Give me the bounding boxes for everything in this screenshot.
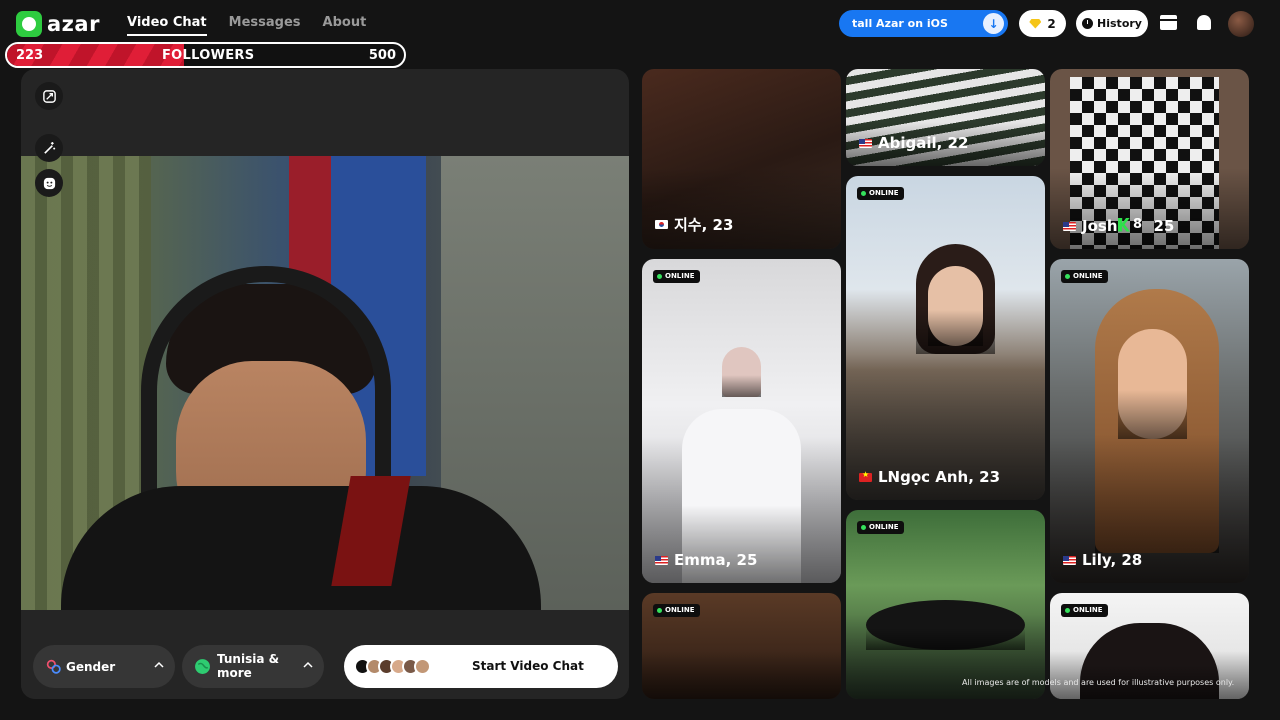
gender-icon <box>46 659 61 674</box>
nav-messages[interactable]: Messages <box>229 15 301 36</box>
followers-label: FOLLOWERS <box>162 48 255 63</box>
korea-flag-icon <box>655 220 668 229</box>
online-badge: ONLINE <box>1061 604 1108 617</box>
kick-count: 8 <box>1133 217 1143 232</box>
download-icon: ↓ <box>983 13 1004 34</box>
followers-goal-bar: 223 FOLLOWERS 500 <box>5 42 406 68</box>
chat-controls: Gender Tunisia & more Start Video Chat <box>21 610 629 699</box>
gender-filter-label: Gender <box>66 659 116 674</box>
followers-goal: 500 <box>368 48 396 63</box>
azar-logo-icon <box>16 11 42 37</box>
profile-name: Josh <box>1082 217 1118 235</box>
globe-icon <box>195 659 210 674</box>
gems-count: 2 <box>1047 16 1056 31</box>
profile-caption: Lily, 28 <box>1063 551 1142 569</box>
profile-card[interactable]: ONLINE <box>846 510 1045 699</box>
us-flag-icon <box>655 555 668 565</box>
notification-bell-icon[interactable] <box>1197 15 1211 30</box>
online-badge: ONLINE <box>1061 270 1108 283</box>
chevron-up-icon <box>154 661 164 668</box>
profile-caption: Abigail, 22 <box>859 134 968 152</box>
gender-filter-button[interactable]: Gender <box>33 645 175 688</box>
us-flag-icon <box>1063 221 1076 231</box>
us-flag-icon <box>1063 555 1076 565</box>
gem-icon <box>1029 18 1042 29</box>
kick-overlay: 8 <box>1118 217 1142 232</box>
brand-name: azar <box>47 12 100 36</box>
gems-button[interactable]: 2 <box>1019 10 1066 37</box>
us-flag-icon <box>859 138 872 148</box>
profile-card[interactable]: ONLINE Lily, 28 <box>1050 259 1249 583</box>
followers-current: 223 <box>16 48 44 63</box>
region-filter-label: Tunisia & more <box>217 651 280 680</box>
main-nav: Video Chat Messages About <box>127 15 366 36</box>
online-badge: ONLINE <box>857 521 904 534</box>
local-camera-feed <box>21 156 629 610</box>
profile-caption: 지수, 23 <box>655 214 733 235</box>
clock-icon <box>1082 18 1094 29</box>
region-filter-button[interactable]: Tunisia & more <box>182 645 324 688</box>
online-badge: ONLINE <box>857 187 904 200</box>
profile-age: 25 <box>1153 217 1175 235</box>
profile-name: Emma, 25 <box>674 551 758 569</box>
profile-caption: LNgọc Anh, 23 <box>859 468 1000 486</box>
install-ios-button[interactable]: tall Azar on iOS ↓ <box>839 10 1008 37</box>
profile-name: LNgọc Anh, 23 <box>878 468 1001 486</box>
nav-video-chat[interactable]: Video Chat <box>127 15 207 36</box>
top-navigation: azar Video Chat Messages About tall Azar… <box>0 0 1280 46</box>
store-box-icon[interactable] <box>1160 15 1177 30</box>
profile-name: Lily, 28 <box>1082 551 1143 569</box>
install-ios-label: tall Azar on iOS <box>852 17 948 30</box>
start-video-chat-button[interactable]: Start Video Chat <box>344 645 618 688</box>
magic-wand-icon[interactable] <box>35 134 63 162</box>
history-label: History <box>1097 17 1142 30</box>
expand-icon[interactable] <box>35 82 63 110</box>
nav-about[interactable]: About <box>323 15 367 36</box>
profile-card[interactable]: ONLINE LNgọc Anh, 23 <box>846 176 1045 500</box>
video-chat-panel: Gender Tunisia & more Start Video Chat <box>21 69 629 699</box>
disclaimer-text: All images are of models and are used fo… <box>962 678 1235 687</box>
profile-name: 지수, 23 <box>674 216 734 234</box>
kick-logo-icon <box>1118 217 1130 232</box>
profile-caption: Emma, 25 <box>655 551 757 569</box>
user-thumbnails <box>354 658 431 675</box>
face-filter-icon[interactable] <box>35 169 63 197</box>
profile-name: Abigail, 22 <box>878 134 969 152</box>
profile-avatar[interactable] <box>1228 11 1254 37</box>
online-badge: ONLINE <box>653 270 700 283</box>
profile-card[interactable]: ONLINE <box>642 593 841 699</box>
profile-card[interactable]: Josh 25 <box>1050 69 1249 249</box>
start-video-chat-label: Start Video Chat <box>472 659 584 673</box>
profile-card[interactable]: 지수, 23 <box>642 69 841 249</box>
chevron-up-icon <box>303 661 313 668</box>
online-badge: ONLINE <box>653 604 700 617</box>
profile-card[interactable]: Abigail, 22 <box>846 69 1045 166</box>
profile-card[interactable]: ONLINE Emma, 25 <box>642 259 841 583</box>
vietnam-flag-icon <box>859 470 872 482</box>
azar-logo[interactable]: azar <box>16 11 100 37</box>
history-button[interactable]: History <box>1076 10 1148 37</box>
